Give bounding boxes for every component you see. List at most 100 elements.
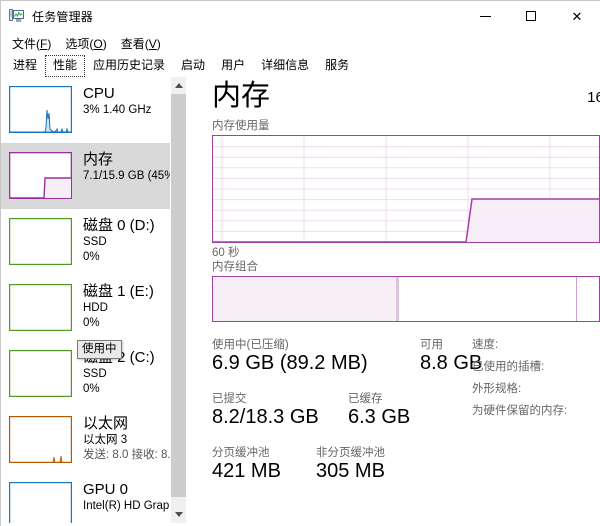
menu-item-file[interactable]: 文件(F): [7, 33, 60, 54]
window-controls: ✕: [462, 1, 600, 31]
memory-usage-graph: [212, 135, 600, 243]
memory-header: 内存 16.: [202, 77, 600, 119]
sidebar-item-disk0[interactable]: 磁盘 0 (D:) SSD 0% 使用中: [1, 209, 186, 359]
sidebar-item-gpu0-title: GPU 0: [83, 481, 129, 498]
task-manager-window: 任务管理器 ✕ 文件(F) 选项(O) 查看(V) 进程 性能 应用历史记录 启…: [0, 0, 600, 526]
minimize-button[interactable]: [462, 1, 508, 31]
disk1-mini-graph: [9, 284, 72, 331]
sidebar-item-disk0-sub2: 0%: [83, 251, 100, 263]
content-area: CPU 3% 1.40 GHz 内存 7.1/15.9 GB (45%) 磁盘 …: [1, 77, 600, 523]
usage-axis-left-label: 60 秒: [212, 247, 240, 259]
gpu0-mini-graph: [9, 482, 72, 523]
sidebar-item-ethernet-sub1: 以太网 3: [83, 434, 128, 446]
tab-strip: 进程 性能 应用历史记录 启动 用户 详细信息 服务: [1, 55, 600, 77]
sidebar-item-disk2-sub1: SSD: [83, 368, 107, 380]
sidebar-scrollbar[interactable]: [170, 77, 186, 523]
stat-label-available: 可用: [420, 339, 443, 351]
sidebar-item-ethernet-sub2: 发送: 8.0 接收: 8.0: [83, 449, 177, 461]
performance-sidebar: CPU 3% 1.40 GHz 内存 7.1/15.9 GB (45%) 磁盘 …: [1, 77, 186, 523]
window-title: 任务管理器: [32, 9, 94, 24]
tab-performance[interactable]: 性能: [45, 55, 86, 77]
stat-label-inuse: 使用中(已压缩): [212, 339, 289, 351]
tab-services[interactable]: 服务: [317, 55, 358, 77]
sidebar-item-disk1-sub2: 0%: [83, 317, 100, 329]
close-button[interactable]: ✕: [554, 1, 600, 31]
composition-standby-divider: [575, 277, 577, 321]
scrollbar-thumb[interactable]: [171, 94, 186, 497]
ethernet-mini-graph: [9, 416, 72, 463]
sidebar-item-cpu-sub: 3% 1.40 GHz: [83, 104, 152, 116]
tab-processes[interactable]: 进程: [5, 55, 46, 77]
sidebar-item-disk2-sub2: 0%: [83, 383, 100, 395]
sidebar-item-gpu0-sub1: Intel(R) HD Grap...: [83, 500, 179, 512]
sidebar-item-gpu0-text: GPU 0 Intel(R) HD Grap...: [83, 480, 179, 514]
close-icon: ✕: [571, 8, 583, 24]
stat-value-inuse: 6.9 GB (89.2 MB): [212, 352, 368, 374]
stat-label-cached: 已缓存: [348, 393, 383, 405]
usage-graph-label: 内存使用量: [212, 120, 270, 132]
usage-label-row: 内存使用量 1: [202, 119, 600, 135]
stat-value-paged-pool: 421 MB: [212, 460, 281, 482]
composition-label-row: 内存组合: [202, 260, 600, 276]
stat-label-paged-pool: 分页缓冲池: [212, 447, 270, 459]
sidebar-item-disk1-text: 磁盘 1 (E:) HDD 0%: [83, 282, 154, 331]
info-label-speed: 速度:: [472, 339, 499, 351]
sidebar-item-disk0-title: 磁盘 0 (D:): [83, 217, 155, 234]
sidebar-item-memory-sub: 7.1/15.9 GB (45%): [83, 170, 179, 182]
sidebar-item-disk0-sub1: SSD: [83, 236, 107, 248]
memory-stats: 使用中(已压缩) 6.9 GB (89.2 MB) 可用 8.8 GB 已提交 …: [212, 338, 600, 488]
title-bar: 任务管理器 ✕: [1, 1, 600, 31]
memory-composition-bar[interactable]: [212, 276, 600, 322]
sidebar-item-cpu[interactable]: CPU 3% 1.40 GHz: [1, 77, 186, 143]
usage-axis-row: 60 秒: [212, 243, 600, 260]
memory-mini-graph: [9, 152, 72, 199]
scroll-up-button[interactable]: [171, 77, 186, 94]
tab-users[interactable]: 用户: [213, 55, 254, 77]
stat-label-nonpaged-pool: 非分页缓冲池: [316, 447, 385, 459]
menu-item-options-mnemonic: O: [93, 36, 103, 51]
sidebar-item-gpu0[interactable]: GPU 0 Intel(R) HD Grap...: [1, 473, 186, 523]
task-manager-icon: [9, 8, 25, 24]
sidebar-item-ethernet-text: 以太网 以太网 3 发送: 8.0 接收: 8.0: [83, 414, 177, 463]
memory-detail-panel: 内存 16. 内存使用量 1: [192, 77, 600, 523]
menu-item-file-mnemonic: F: [40, 36, 48, 51]
sidebar-item-cpu-text: CPU 3% 1.40 GHz: [83, 84, 151, 118]
sidebar-item-ethernet-title: 以太网: [83, 415, 129, 432]
sidebar-item-disk0-text: 磁盘 0 (D:) SSD 0%: [83, 216, 155, 265]
maximize-icon: [526, 11, 536, 21]
menu-item-options[interactable]: 选项(O): [60, 33, 115, 54]
chevron-up-icon: [175, 83, 183, 88]
menu-item-view[interactable]: 查看(V): [116, 33, 170, 54]
sidebar-item-memory-title: 内存: [83, 151, 114, 168]
stat-label-committed: 已提交: [212, 393, 247, 405]
menu-item-options-label: 选项: [65, 36, 90, 51]
sidebar-item-ethernet[interactable]: 以太网 以太网 3 发送: 8.0 接收: 8.0: [1, 407, 186, 473]
memory-usage-chart: [213, 136, 599, 242]
chevron-down-icon: [175, 512, 183, 517]
info-label-slots-used: 已使用的插槽:: [472, 361, 545, 373]
memory-composition-label: 内存组合: [212, 261, 258, 273]
menu-bar: 文件(F) 选项(O) 查看(V): [1, 31, 600, 55]
sidebar-item-disk1-title: 磁盘 1 (E:): [83, 283, 154, 300]
info-label-hardware-reserved: 为硬件保留的内存:: [472, 405, 568, 417]
minimize-icon: [479, 15, 491, 17]
tab-app-history[interactable]: 应用历史记录: [85, 55, 174, 77]
sidebar-item-memory-text: 内存 7.1/15.9 GB (45%): [83, 150, 178, 184]
maximize-button[interactable]: [508, 1, 554, 31]
scroll-down-button[interactable]: [171, 506, 186, 523]
cpu-mini-graph: [9, 86, 72, 133]
usage-tooltip: 使用中: [77, 340, 122, 359]
memory-total: 16.: [587, 89, 600, 106]
stat-value-cached: 6.3 GB: [348, 406, 411, 428]
tab-startup[interactable]: 启动: [173, 55, 214, 77]
sidebar-item-disk1[interactable]: 磁盘 1 (E:) HDD 0%: [1, 275, 186, 341]
sidebar-item-disk1-sub1: HDD: [83, 302, 108, 314]
stat-value-committed: 8.2/18.3 GB: [212, 406, 319, 428]
tab-details[interactable]: 详细信息: [253, 55, 318, 77]
sidebar-item-memory[interactable]: 内存 7.1/15.9 GB (45%): [1, 143, 186, 209]
menu-item-view-mnemonic: V: [148, 36, 157, 51]
disk2-mini-graph: [9, 350, 72, 397]
sidebar-item-cpu-title: CPU: [83, 85, 115, 102]
composition-modified-segment: [395, 277, 399, 321]
stat-value-nonpaged-pool: 305 MB: [316, 460, 385, 482]
